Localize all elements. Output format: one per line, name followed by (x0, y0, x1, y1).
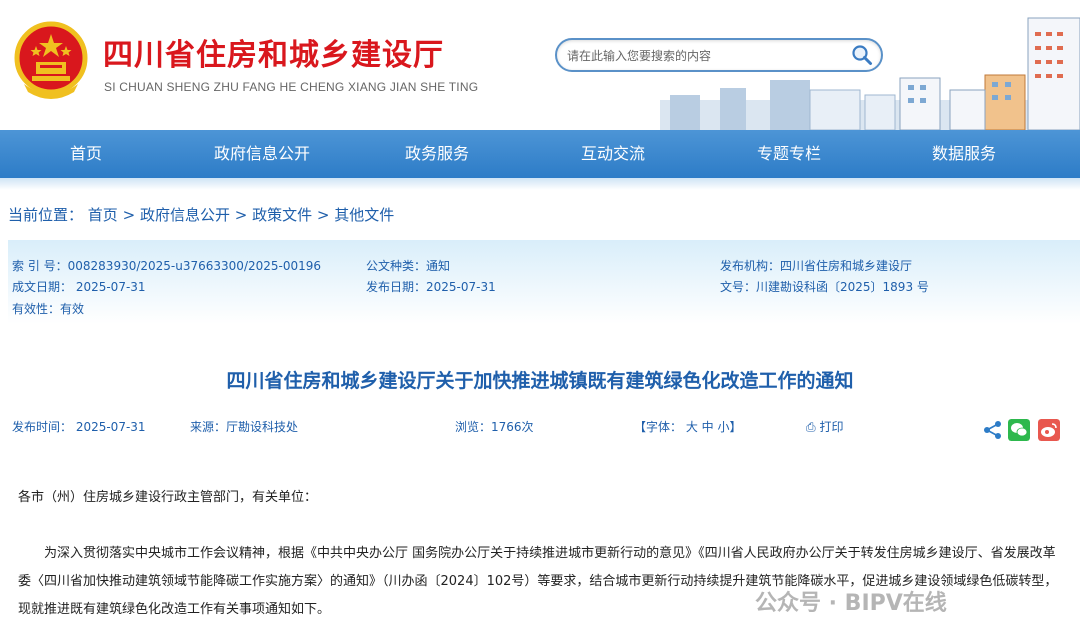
meta-doc-category: 公文种类：通知 (366, 259, 451, 273)
document-title: 四川省住房和城乡建设厅关于加快推进城镇既有建筑绿色化改造工作的通知 (226, 370, 854, 392)
search-input[interactable] (567, 47, 847, 65)
nav-services[interactable]: 政务服务 (377, 130, 497, 178)
nav-data[interactable]: 数据服务 (904, 130, 1024, 178)
breadcrumb-sep: > (316, 206, 330, 224)
search-box[interactable] (555, 38, 883, 72)
nav-gov-info[interactable]: 政府信息公开 (202, 130, 322, 178)
meta-doc-number: 文号：川建勘设科函〔2025〕1893 号 (720, 280, 929, 294)
main-nav: 首页 政府信息公开 政务服务 互动交流 专题专栏 数据服务 (0, 130, 1080, 178)
wechat-share-icon[interactable] (1008, 419, 1030, 441)
share-icon[interactable] (982, 419, 1004, 441)
breadcrumb-sep: > (122, 206, 136, 224)
meta-written-date: 成文日期： 2025-07-31 (12, 280, 146, 294)
breadcrumb-home[interactable]: 首页 (88, 206, 118, 224)
breadcrumb-gov-info[interactable]: 政府信息公开 (140, 206, 230, 224)
breadcrumb-label: 当前位置： (8, 206, 84, 224)
meta-publisher: 发布机构：四川省住房和城乡建设厅 (720, 259, 913, 273)
weibo-share-icon[interactable] (1038, 419, 1060, 441)
breadcrumb-sep: > (234, 206, 248, 224)
nav-topics[interactable]: 专题专栏 (729, 130, 849, 178)
site-header: 四川省住房和城乡建设厅 SI CHUAN SHENG ZHU FANG HE C… (0, 0, 1080, 130)
publish-time: 发布时间： 2025-07-31 (12, 420, 146, 434)
breadcrumb-policy[interactable]: 政策文件 (252, 206, 312, 224)
salutation: 各市（州）住房城乡建设行政主管部门，有关单位： (18, 490, 318, 505)
meta-index-number: 索 引 号：008283930/2025-u37663300/2025-0019… (12, 259, 322, 273)
watermark: 公众号 · BIPV在线 (755, 591, 947, 616)
national-emblem-icon (14, 21, 88, 99)
breadcrumb: 当前位置： 首页 > 政府信息公开 > 政策文件 > 其他文件 (8, 204, 394, 225)
font-size-switcher[interactable]: 【字体： 大 中 小】 (634, 418, 741, 435)
site-title[interactable]: 四川省住房和城乡建设厅 (103, 30, 444, 74)
print-button[interactable]: ⎙ 打印 (806, 418, 843, 435)
meta-validity: 有效性：有效 (12, 302, 85, 316)
breadcrumb-other[interactable]: 其他文件 (334, 206, 394, 224)
meta-publish-date: 发布日期：2025-07-31 (366, 280, 496, 294)
printer-icon: ⎙ (806, 420, 816, 434)
view-count: 浏览：1766次 (455, 420, 534, 434)
nav-home[interactable]: 首页 (26, 130, 146, 178)
search-icon[interactable] (851, 44, 873, 66)
nav-gradient-divider (0, 178, 1080, 190)
site-subtitle: SI CHUAN SHENG ZHU FANG HE CHENG XIANG J… (104, 80, 479, 94)
print-label: 打印 (819, 420, 844, 434)
nav-interaction[interactable]: 互动交流 (553, 130, 673, 178)
source: 来源：厅勘设科技处 (190, 420, 299, 434)
